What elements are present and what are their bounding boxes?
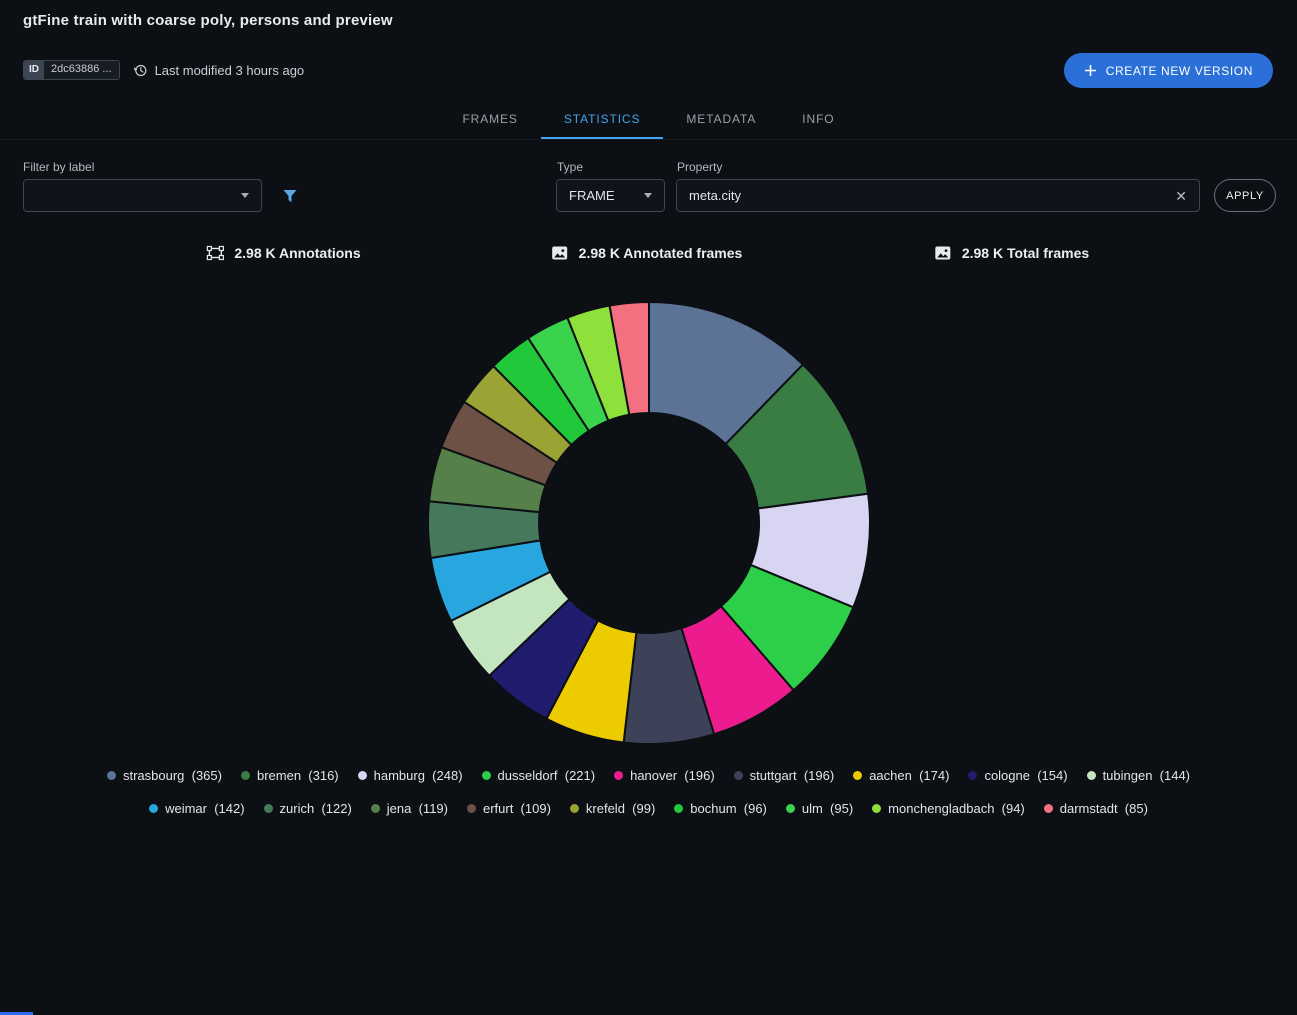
legend-dot xyxy=(872,804,881,813)
label-filter-select[interactable] xyxy=(23,179,262,212)
id-badge-value: 2dc63886 ... xyxy=(44,61,119,79)
tab-info[interactable]: INFO xyxy=(779,100,857,139)
legend-label: dusseldorf (221) xyxy=(498,768,596,783)
image-icon xyxy=(550,243,570,263)
plus-icon xyxy=(1084,64,1097,77)
create-new-version-button[interactable]: CREATE NEW VERSION xyxy=(1064,53,1273,88)
legend-label: strasbourg (365) xyxy=(123,768,222,783)
filter-by-label-label: Filter by label xyxy=(23,160,94,174)
legend-label: bremen (316) xyxy=(257,768,339,783)
legend-item-dusseldorf[interactable]: dusseldorf (221) xyxy=(482,768,596,783)
image-icon xyxy=(933,243,953,263)
legend-dot xyxy=(241,771,250,780)
legend-item-darmstadt[interactable]: darmstadt (85) xyxy=(1044,801,1148,816)
legend-label: zurich (122) xyxy=(280,801,352,816)
legend-dot xyxy=(614,771,623,780)
legend-dot xyxy=(264,804,273,813)
legend-label: tubingen (144) xyxy=(1103,768,1190,783)
legend-label: monchengladbach (94) xyxy=(888,801,1025,816)
legend-item-zurich[interactable]: zurich (122) xyxy=(264,801,352,816)
legend-dot xyxy=(149,804,158,813)
legend-item-hanover[interactable]: hanover (196) xyxy=(614,768,715,783)
legend-label: darmstadt (85) xyxy=(1060,801,1148,816)
legend-dot xyxy=(570,804,579,813)
annotations-icon xyxy=(205,243,225,263)
tab-metadata[interactable]: METADATA xyxy=(663,100,779,139)
history-icon xyxy=(133,63,148,78)
stat-annotated-frames-label: 2.98 K Annotated frames xyxy=(579,245,743,261)
legend-label: cologne (154) xyxy=(984,768,1067,783)
type-select[interactable]: FRAME xyxy=(556,179,665,212)
type-select-value: FRAME xyxy=(569,188,615,203)
legend-item-krefeld[interactable]: krefeld (99) xyxy=(570,801,655,816)
stat-annotations-label: 2.98 K Annotations xyxy=(234,245,360,261)
legend-dot xyxy=(674,804,683,813)
legend-label: hamburg (248) xyxy=(374,768,463,783)
legend-dot xyxy=(358,771,367,780)
legend-label: jena (119) xyxy=(387,801,448,816)
stat-annotated-frames: 2.98 K Annotated frames xyxy=(550,243,743,263)
legend-dot xyxy=(467,804,476,813)
legend-label: hanover (196) xyxy=(630,768,715,783)
legend-item-bremen[interactable]: bremen (316) xyxy=(241,768,339,783)
tab-bar: FRAMES STATISTICS METADATA INFO xyxy=(0,100,1297,140)
chevron-down-icon xyxy=(241,193,249,198)
legend-item-jena[interactable]: jena (119) xyxy=(371,801,448,816)
legend-item-cologne[interactable]: cologne (154) xyxy=(968,768,1067,783)
clear-icon[interactable]: ✕ xyxy=(1175,189,1187,203)
legend-dot xyxy=(786,804,795,813)
legend-dot xyxy=(371,804,380,813)
create-new-version-label: CREATE NEW VERSION xyxy=(1106,64,1253,78)
legend-label: erfurt (109) xyxy=(483,801,551,816)
last-modified-text: Last modified 3 hours ago xyxy=(155,63,305,78)
legend-item-bochum[interactable]: bochum (96) xyxy=(674,801,767,816)
legend-item-monchengladbach[interactable]: monchengladbach (94) xyxy=(872,801,1025,816)
legend-dot xyxy=(968,771,977,780)
property-input[interactable]: meta.city ✕ xyxy=(676,179,1200,212)
stat-total-frames-label: 2.98 K Total frames xyxy=(962,245,1089,261)
chevron-down-icon xyxy=(644,193,652,198)
donut-chart xyxy=(426,300,872,746)
last-modified: Last modified 3 hours ago xyxy=(133,63,305,78)
stat-total-frames: 2.98 K Total frames xyxy=(933,243,1089,263)
legend-item-weimar[interactable]: weimar (142) xyxy=(149,801,244,816)
tab-statistics[interactable]: STATISTICS xyxy=(541,100,664,139)
stat-annotations: 2.98 K Annotations xyxy=(205,243,360,263)
legend-item-aachen[interactable]: aachen (174) xyxy=(853,768,949,783)
legend-item-erfurt[interactable]: erfurt (109) xyxy=(467,801,551,816)
legend-dot xyxy=(853,771,862,780)
legend-item-tubingen[interactable]: tubingen (144) xyxy=(1087,768,1190,783)
legend-item-strasbourg[interactable]: strasbourg (365) xyxy=(107,768,222,783)
legend-item-ulm[interactable]: ulm (95) xyxy=(786,801,853,816)
legend-dot xyxy=(1087,771,1096,780)
legend-label: aachen (174) xyxy=(869,768,949,783)
apply-button[interactable]: APPLY xyxy=(1214,179,1276,212)
legend-label: stuttgart (196) xyxy=(750,768,835,783)
legend-dot xyxy=(107,771,116,780)
legend-item-stuttgart[interactable]: stuttgart (196) xyxy=(734,768,835,783)
type-label: Type xyxy=(557,160,583,174)
legend-label: bochum (96) xyxy=(690,801,767,816)
tab-frames[interactable]: FRAMES xyxy=(439,100,540,139)
legend-label: krefeld (99) xyxy=(586,801,655,816)
legend-dot xyxy=(1044,804,1053,813)
property-input-value: meta.city xyxy=(689,188,741,203)
legend-dot xyxy=(482,771,491,780)
meta-row: ID 2dc63886 ... Last modified 3 hours ag… xyxy=(23,60,304,80)
legend-label: weimar (142) xyxy=(165,801,244,816)
legend-dot xyxy=(734,771,743,780)
property-label: Property xyxy=(677,160,722,174)
id-badge-label: ID xyxy=(24,61,44,79)
filter-icon[interactable] xyxy=(281,187,299,205)
page-title: gtFine train with coarse poly, persons a… xyxy=(23,12,393,29)
dataset-id-chip[interactable]: ID 2dc63886 ... xyxy=(23,60,120,80)
legend-row-2: weimar (142) zurich (122) jena (119) erfurt… xyxy=(0,801,1297,816)
legend-label: ulm (95) xyxy=(802,801,853,816)
legend-row-1: strasbourg (365) bremen (316) hamburg (248… xyxy=(0,768,1297,783)
legend-item-hamburg[interactable]: hamburg (248) xyxy=(358,768,463,783)
